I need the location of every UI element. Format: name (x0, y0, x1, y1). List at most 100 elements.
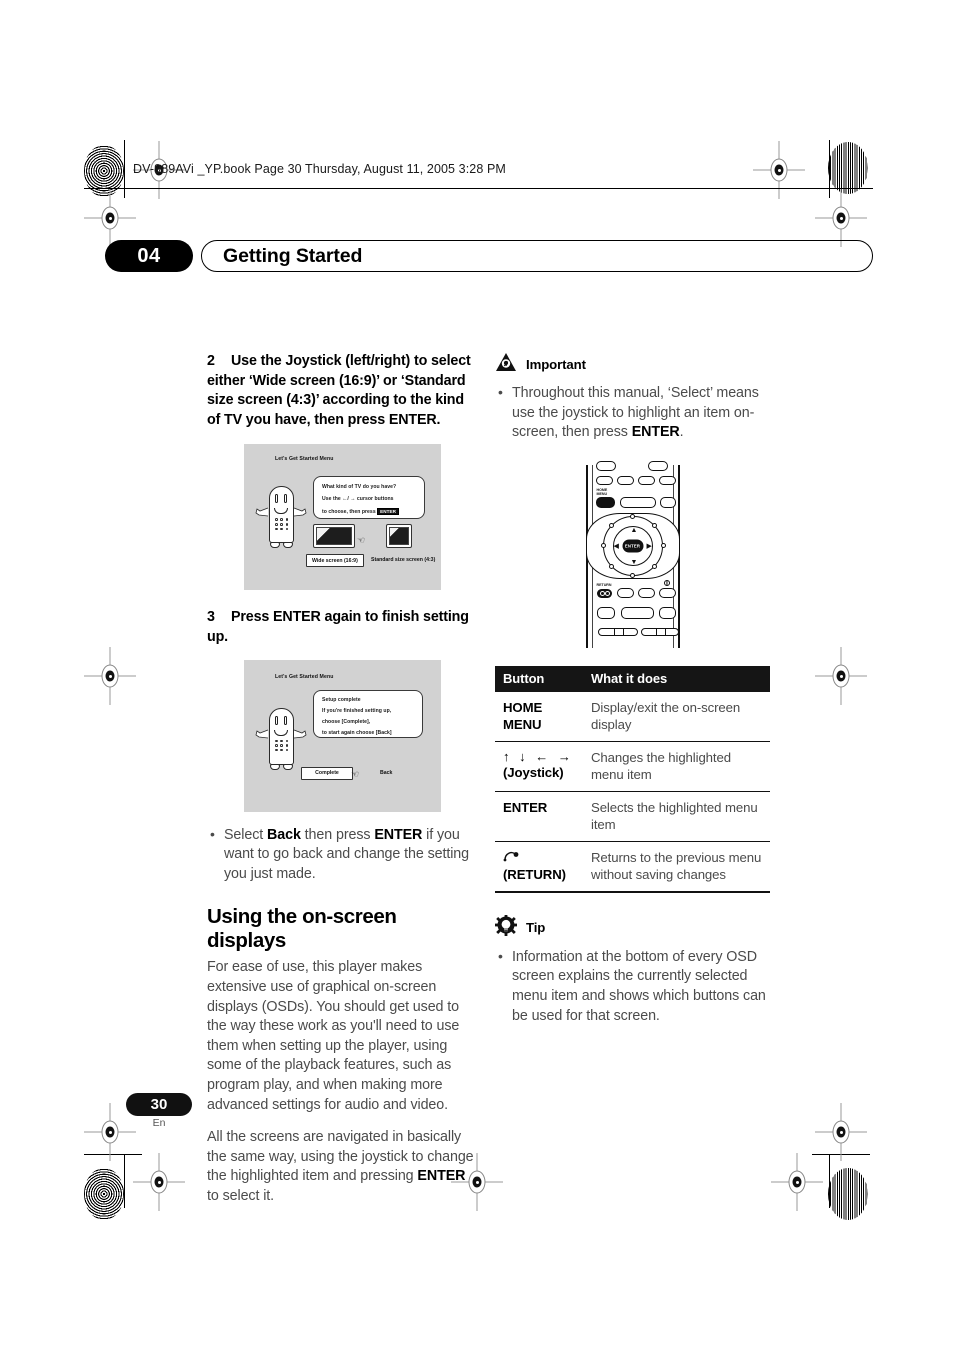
enter-chip: ENTER (377, 508, 399, 516)
registration-mark (84, 189, 136, 247)
remote-button-row2-wide[interactable] (619, 496, 656, 508)
osd-option-complete[interactable]: Complete (301, 766, 353, 780)
table-cell-button: HOME MENU (495, 691, 583, 742)
important-heading: Important (495, 352, 770, 377)
joystick-nub (660, 542, 666, 548)
remote-home-menu-label: HOME MENU (596, 487, 608, 496)
slider-tick (664, 628, 666, 635)
registration-mark (815, 647, 867, 705)
bubble-line-2: If you're finished setting up, (322, 707, 392, 714)
bubble-line-3: choose [Complete], (322, 718, 371, 725)
bubble-line-4: to start again choose [Back] (322, 729, 392, 736)
table-row: ↑ ↓ ← → (Joystick) Changes the highlight… (495, 741, 770, 792)
remote-control-illustration: HOME MENU ▲ ▼ ◀ ▶ ENTER RETURN (578, 460, 688, 648)
bullet-select-back: Select Back then press ENTER if you want… (207, 825, 478, 885)
remote-button-row1-2[interactable] (616, 475, 634, 485)
joystick-left-arrow-icon[interactable]: ◀ (614, 543, 619, 550)
tip-bullet: Information at the bottom of every OSD s… (495, 947, 770, 1026)
column-header-button: Button (495, 665, 583, 692)
joystick-arrows-icon: ↑ ↓ ← → (503, 748, 574, 764)
tv-icon-standard[interactable] (386, 524, 412, 549)
step-3-text: Press ENTER again to finish setting up. (207, 609, 469, 645)
table-body: HOME MENU Display/exit the on-screen disp… (495, 691, 770, 893)
remote-button-top-2[interactable] (647, 460, 668, 471)
remote-return-button[interactable] (596, 588, 612, 598)
remote-button-row1-1[interactable] (595, 475, 613, 485)
mascot-button-grid (275, 518, 289, 531)
tv-screen-widescreen (316, 527, 352, 546)
header-rule (86, 188, 873, 190)
table-row: HOME MENU Display/exit the on-screen disp… (495, 691, 770, 742)
bullet-text-mid: then press (300, 826, 375, 843)
osd-option-wide-screen[interactable]: Wide screen (16:9) (306, 554, 364, 568)
remote-button-row1-3[interactable] (637, 475, 655, 485)
remote-button-row2-right[interactable] (659, 496, 676, 508)
remote-return-label: RETURN (596, 582, 612, 587)
table-row: ENTER Selects the highlighted menu item (495, 791, 770, 842)
joystick-down-arrow-icon[interactable]: ▼ (631, 559, 638, 566)
joystick-nub (600, 542, 606, 548)
registration-mark (133, 1153, 185, 1211)
remote-slider-left[interactable] (597, 627, 638, 636)
remote-button-row4-3[interactable] (658, 606, 676, 619)
table-cell-description: Display/exit the on-screen display (583, 691, 770, 742)
mascot-button-grid (275, 739, 289, 752)
osd-menu-title: Let's Get Started Menu (275, 456, 334, 463)
bubble-line-3-text: to choose, then press (322, 509, 376, 516)
registration-mark (815, 1103, 867, 1161)
osd-figure-setup-complete: Let's Get Started Menu Setup complete If… (244, 659, 441, 812)
osd-option-back[interactable]: Back (380, 770, 392, 776)
remote-joystick-ring[interactable]: ▲ ▼ ◀ ▶ ENTER (600, 513, 666, 578)
remote-button-row1-4[interactable] (658, 475, 676, 485)
registration-mark (84, 1103, 136, 1161)
mascot-arm-right (293, 506, 307, 518)
return-arrow-icon (503, 850, 519, 865)
page-language-code: En (152, 1117, 166, 1129)
remote-button-row4-2[interactable] (620, 606, 654, 619)
remote-button-row3-3[interactable] (637, 587, 655, 598)
remote-button-row3-2[interactable] (616, 587, 634, 598)
osd-speech-bubble: What kind of TV do you have? Use the ←/ … (313, 476, 425, 520)
osd-figure-tv-type: Let's Get Started Menu What kind of TV d… (244, 444, 441, 591)
remote-button-row4-1[interactable] (596, 606, 615, 619)
table-header: Button What it does (495, 665, 770, 692)
section-heading-osd: Using the on-screen displays (207, 905, 397, 953)
lightbulb-icon (495, 914, 517, 941)
important-bullet: Throughout this manual, ‘Select’ means u… (495, 383, 770, 443)
remote-button-top-1[interactable] (595, 460, 616, 471)
cursor-hand-icon: ☜ (351, 768, 360, 779)
table-cell-button: (RETURN) (495, 841, 583, 893)
remote-slider-right[interactable] (640, 627, 679, 636)
joystick-nub (651, 563, 657, 569)
remote-button-row3-4[interactable] (658, 587, 676, 598)
mascot-leg-right (283, 763, 293, 770)
joystick-up-arrow-icon[interactable]: ▲ (631, 527, 638, 534)
tv-icon-widescreen[interactable] (313, 524, 355, 549)
mascot-body (269, 486, 294, 544)
mascot-eye-right (284, 715, 287, 725)
slider-tick (622, 628, 624, 635)
important-bullet-bold: ENTER (631, 424, 680, 441)
warning-triangle-icon (495, 352, 517, 377)
tip-label: Tip (526, 920, 546, 936)
page-number-badge: 30 (126, 1093, 192, 1116)
registration-mark (84, 647, 136, 705)
bubble-line-1: Setup complete (322, 696, 361, 703)
step-2-number: 2 (207, 353, 215, 369)
step-3-number: 3 (207, 609, 215, 626)
remote-home-menu-button[interactable] (595, 496, 615, 508)
registration-mark (771, 1153, 823, 1211)
mascot-arm-right (293, 728, 307, 740)
bullet-text-pre: Select (224, 826, 268, 843)
paragraph-2-post: to select it. (207, 1187, 275, 1204)
mascot-character (255, 486, 309, 552)
button-function-table: Button What it does HOME MENU Display/exi… (495, 665, 770, 893)
joystick-right-arrow-icon[interactable]: ▶ (647, 543, 652, 550)
mascot-arm-left (255, 728, 269, 740)
mascot-body (269, 707, 294, 765)
book-header-line: DV-989AVi _YP.book Page 30 Thursday, Aug… (133, 162, 506, 176)
remote-enter-button[interactable]: ENTER (622, 539, 643, 553)
paragraph-2-bold-enter: ENTER (417, 1168, 466, 1185)
power-circle-icon (663, 579, 670, 586)
osd-option-standard-screen[interactable]: Standard size screen (4:3) (371, 557, 435, 563)
